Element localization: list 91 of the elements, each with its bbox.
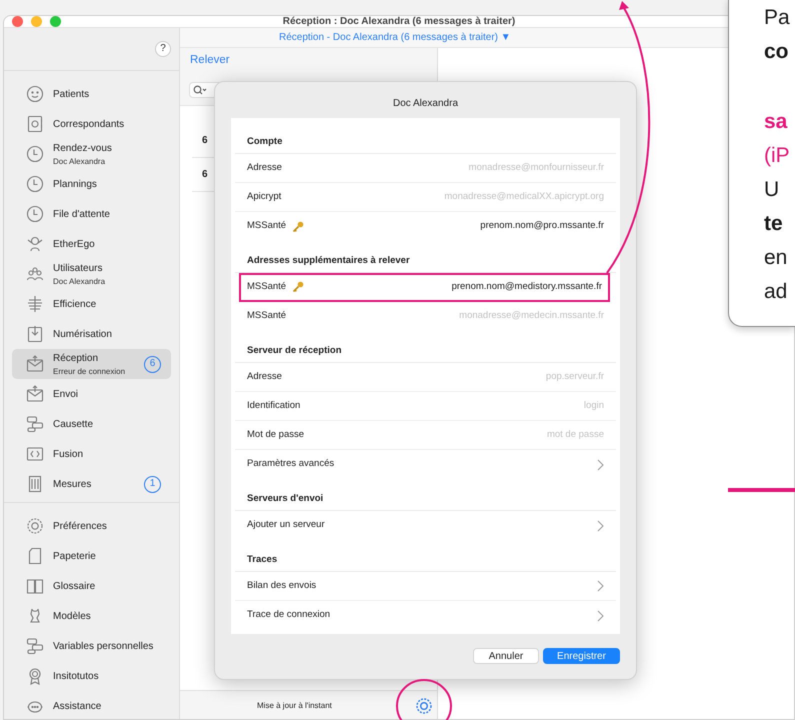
envelope-icon [26,355,44,373]
sidebar-item[interactable]: Réception Erreur de connexion 6 [12,349,171,379]
envelope-icon [26,385,44,403]
sidebar-item[interactable]: Papeterie [4,541,171,571]
sidebar-item[interactable]: Numérisation [4,319,171,349]
window-title: Réception : Doc Alexandra (6 messages à traiter) [282,16,516,29]
sidebar-item[interactable]: Envoi [4,379,171,409]
input-field[interactable]: pop.serveur.fr [288,370,604,384]
status-text: Mise à jour à l'instant [257,700,332,712]
clock-icon [26,145,44,163]
sidebar-item[interactable]: Glossaire [4,571,171,601]
chat-bubbles-icon [26,637,44,655]
fetch-link[interactable]: Relever [180,52,230,70]
chevron-icon[interactable] [597,580,604,592]
field-label: MSSanté [247,219,286,234]
sidebar-item[interactable]: File d'attente [4,199,171,229]
minimize-button[interactable] [31,16,42,27]
section-heading: Serveurs d'envoi [235,489,616,511]
figure-icon [26,235,44,253]
close-button[interactable] [12,16,23,27]
sidebar-item[interactable]: EtherEgo [4,229,171,259]
sidebar-item[interactable]: Insitotutos [4,661,171,691]
input-field[interactable]: monadresse@medicalXX.apicrypt.org [287,190,604,204]
cancel-button[interactable]: Annuler [473,648,539,664]
callout-text: U [764,177,780,203]
input-field[interactable]: login [306,398,604,414]
callout-text: co [764,39,790,65]
field-label: Apicrypt [247,190,282,204]
input-field[interactable]: prenom.nom@medistory.mssante.fr [310,280,602,294]
sidebar-item[interactable]: Mesures 1 [4,469,171,499]
dialog-title: Doc Alexandra [392,98,458,109]
field-label: Mot de passe [247,428,304,442]
gear-icon [26,517,44,535]
field-label: Trace de connexion [247,608,330,622]
chat-bubbles-icon [26,415,44,433]
book-icon [26,577,44,595]
sidebar-item[interactable]: Rendez-vous Doc Alexandra [4,139,171,169]
sidebar-item[interactable]: Patients [4,79,171,109]
input-field[interactable]: monadresse@medecin.mssante.fr [292,309,604,324]
input-field[interactable]: monadresse@monfournisseur.fr [288,160,604,176]
field-label: Identification [247,398,300,413]
sidebar-item[interactable]: Assistance [4,691,171,719]
sidebar-item[interactable]: Fusion [4,439,171,469]
chevron-icon[interactable] [597,520,604,532]
smiley-icon [26,85,44,103]
search-icon [193,84,207,94]
clock-icon [26,175,44,193]
callout-text: Pa [764,5,791,31]
sidebar-item[interactable]: Variables personnelles [4,631,171,661]
section-heading: Serveur de réception [235,341,616,363]
input-field[interactable]: mot de passe [310,428,604,442]
sidebar-item[interactable]: Modèles [4,601,171,631]
callout-text: (iP [764,143,791,169]
section-heading: Adresses supplémentaires à relever [235,251,616,273]
sidebar-item[interactable]: Correspondants [4,109,171,139]
people-icon [26,265,44,283]
count-badge: 6 [144,356,161,372]
settings-row[interactable]: Paramètres avancés [235,450,616,479]
section-heading: Traces [235,550,616,572]
callout-text: ad [764,279,788,305]
settings-row[interactable]: Bilan des envois [235,572,616,601]
save-button[interactable]: Enregistrer [543,648,620,664]
settings-row[interactable]: Trace de connexion [235,601,616,630]
field-label: Ajouter un serveur [247,518,325,532]
callout-text: sa [764,109,788,135]
settings-icon[interactable] [415,697,433,715]
sidebar-item[interactable]: Utilisateurs Doc Alexandra [4,259,171,289]
contact-card-icon [26,115,44,133]
page-icon [26,547,44,565]
callout-text: te [764,211,784,237]
sidebar-item[interactable]: Efficience [4,289,171,319]
field-label: MSSanté [247,280,286,294]
section-heading: Compte [235,132,616,154]
settings-row[interactable]: Ajouter un serveur [235,511,616,540]
field-label: Adresse [247,160,282,175]
sidebar-item[interactable]: Plannings [4,169,171,199]
tree-icon [26,295,44,313]
chevron-icon[interactable] [597,458,604,470]
field-label: Bilan des envois [247,578,316,593]
field-label: MSSanté [247,309,286,324]
field-label: Adresse [247,370,282,384]
sidebar-item[interactable]: Préférences [4,511,171,541]
callout-text: en [764,245,788,271]
chevron-icon[interactable] [597,610,604,622]
help-button[interactable]: ? [155,41,171,57]
input-field[interactable]: prenom.nom@pro.mssante.fr [310,219,604,234]
field-label: Paramètres avancés [247,457,334,472]
clock-icon [26,205,44,223]
zoom-button[interactable] [50,16,61,27]
sidebar-item[interactable]: Causette [4,409,171,439]
count-badge: 1 [144,476,161,492]
